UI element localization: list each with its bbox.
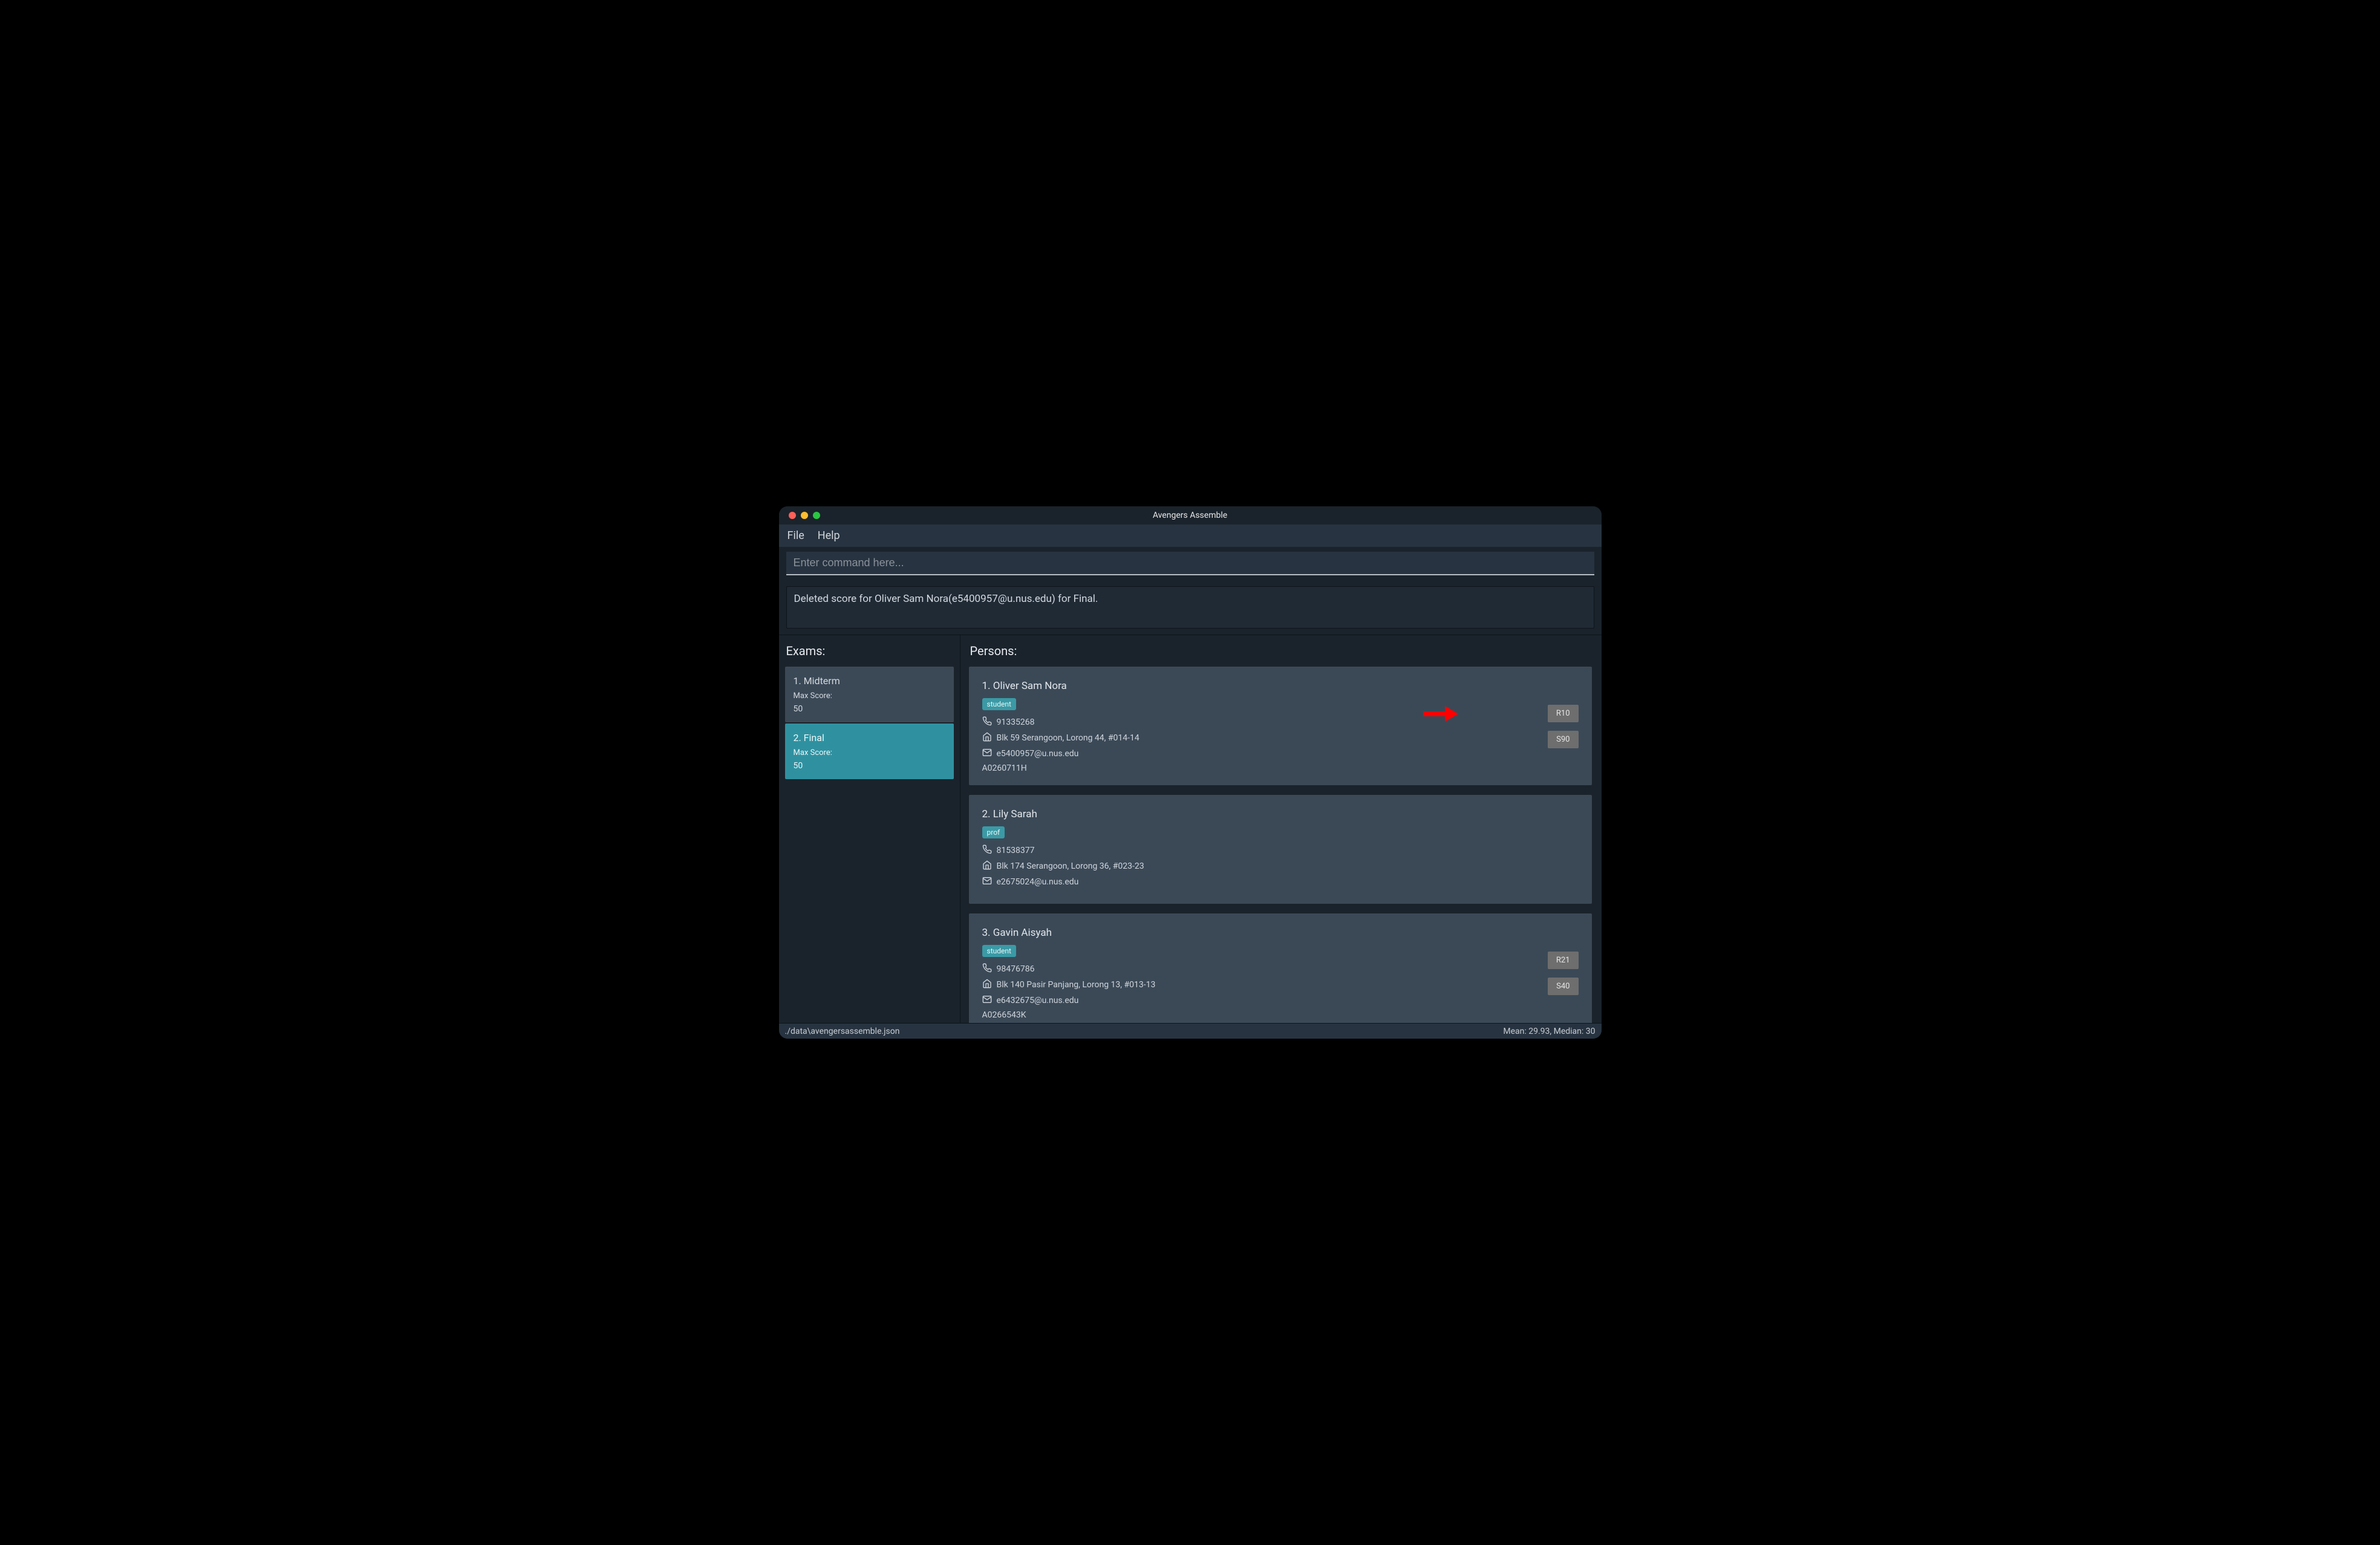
person-address: Blk 140 Pasir Panjang, Lorong 13, #013-1… [997,980,1156,990]
person-main: 2. Lily Sarah prof 81538377 Blk 174 Serango… [982,808,1529,892]
person-address-row: Blk 174 Serangoon, Lorong 36, #023-23 [982,860,1529,872]
person-badges [1536,808,1579,892]
close-window-button[interactable] [789,512,796,519]
person-badge: R21 [1548,952,1579,969]
menubar: File Help [779,524,1602,547]
person-name: 2. Lily Sarah [982,808,1529,820]
person-email: e2675024@u.nus.edu [997,877,1079,887]
person-name: 1. Oliver Sam Nora [982,680,1529,692]
person-email-row: e5400957@u.nus.edu [982,748,1529,760]
content-area: Exams: 1. Midterm Max Score: 50 2. Final Max… [779,635,1602,1023]
mail-icon [982,876,992,888]
person-phone-row: 81538377 [982,844,1529,857]
home-icon [982,979,992,991]
person-address-row: Blk 140 Pasir Panjang, Lorong 13, #013-1… [982,979,1529,991]
person-card[interactable]: 2. Lily Sarah prof 81538377 Blk 174 Serango… [969,795,1592,904]
person-tags: student [982,945,1529,957]
person-list[interactable]: 1. Oliver Sam Nora student 91335268 Blk 59 … [969,667,1596,1023]
home-icon [982,860,992,872]
exam-list: 1. Midterm Max Score: 50 2. Final Max Score:… [785,667,954,779]
person-matric: A0266543K [982,1010,1529,1020]
person-badges: R21 S40 [1536,927,1579,1020]
menu-help[interactable]: Help [818,529,840,542]
phone-icon [982,716,992,728]
person-phone-row: 98476786 [982,963,1529,975]
window-controls [779,512,820,519]
person-tag: student [982,698,1016,710]
maximize-window-button[interactable] [813,512,820,519]
person-badge: R10 [1548,705,1579,722]
exams-panel-title: Exams: [786,644,953,658]
person-email: e6432675@u.nus.edu [997,996,1079,1005]
person-address: Blk 174 Serangoon, Lorong 36, #023-23 [997,861,1144,871]
exam-item[interactable]: 2. Final Max Score: 50 [785,724,954,779]
minimize-window-button[interactable] [801,512,808,519]
person-badge: S90 [1548,731,1578,748]
person-matric: A0260711H [982,763,1529,773]
status-path: ./data\avengersassemble.json [785,1027,900,1036]
person-card[interactable]: 3. Gavin Aisyah student 98476786 Blk 140 Pa… [969,913,1592,1023]
command-input[interactable] [786,552,1594,575]
person-card[interactable]: 1. Oliver Sam Nora student 91335268 Blk 59 … [969,667,1592,785]
persons-panel-title: Persons: [970,644,1594,658]
exam-max-value: 50 [794,761,945,771]
exam-item[interactable]: 1. Midterm Max Score: 50 [785,667,954,722]
person-main: 3. Gavin Aisyah student 98476786 Blk 140 Pa… [982,927,1529,1020]
person-phone-row: 91335268 [982,716,1529,728]
person-phone: 81538377 [997,846,1035,855]
person-email: e5400957@u.nus.edu [997,749,1079,759]
menu-file[interactable]: File [787,529,804,542]
persons-panel: Persons: 1. Oliver Sam Nora student 913352… [960,635,1602,1023]
exam-name: 1. Midterm [794,675,945,687]
person-phone: 98476786 [997,964,1035,974]
exam-max-label: Max Score: [794,691,945,701]
titlebar: Avengers Assemble [779,506,1602,524]
result-message: Deleted score for Oliver Sam Nora(e54009… [794,593,1098,605]
person-email-row: e2675024@u.nus.edu [982,876,1529,888]
person-badge: S40 [1548,978,1578,995]
exam-max-value: 50 [794,704,945,714]
person-tags: prof [982,826,1529,838]
app-window: Avengers Assemble File Help Deleted scor… [779,506,1602,1039]
exam-max-label: Max Score: [794,748,945,757]
mail-icon [982,748,992,760]
command-bar [779,547,1602,578]
person-address-row: Blk 59 Serangoon, Lorong 44, #014-14 [982,732,1529,744]
person-badges: R10 S90 [1536,680,1579,773]
person-address: Blk 59 Serangoon, Lorong 44, #014-14 [997,733,1139,743]
person-tags: student [982,698,1529,710]
person-main: 1. Oliver Sam Nora student 91335268 Blk 59 … [982,680,1529,773]
result-display: Deleted score for Oliver Sam Nora(e54009… [786,586,1594,629]
status-stats: Mean: 29.93, Median: 30 [1503,1027,1595,1036]
person-email-row: e6432675@u.nus.edu [982,995,1529,1007]
person-tag: prof [982,826,1005,838]
phone-icon [982,963,992,975]
home-icon [982,732,992,744]
statusbar: ./data\avengersassemble.json Mean: 29.93… [779,1023,1602,1039]
exam-name: 2. Final [794,732,945,743]
person-tag: student [982,945,1016,957]
mail-icon [982,995,992,1007]
phone-icon [982,844,992,857]
person-phone: 91335268 [997,717,1035,727]
person-name: 3. Gavin Aisyah [982,927,1529,939]
exams-panel: Exams: 1. Midterm Max Score: 50 2. Final Max… [779,635,960,1023]
window-title: Avengers Assemble [779,511,1602,520]
